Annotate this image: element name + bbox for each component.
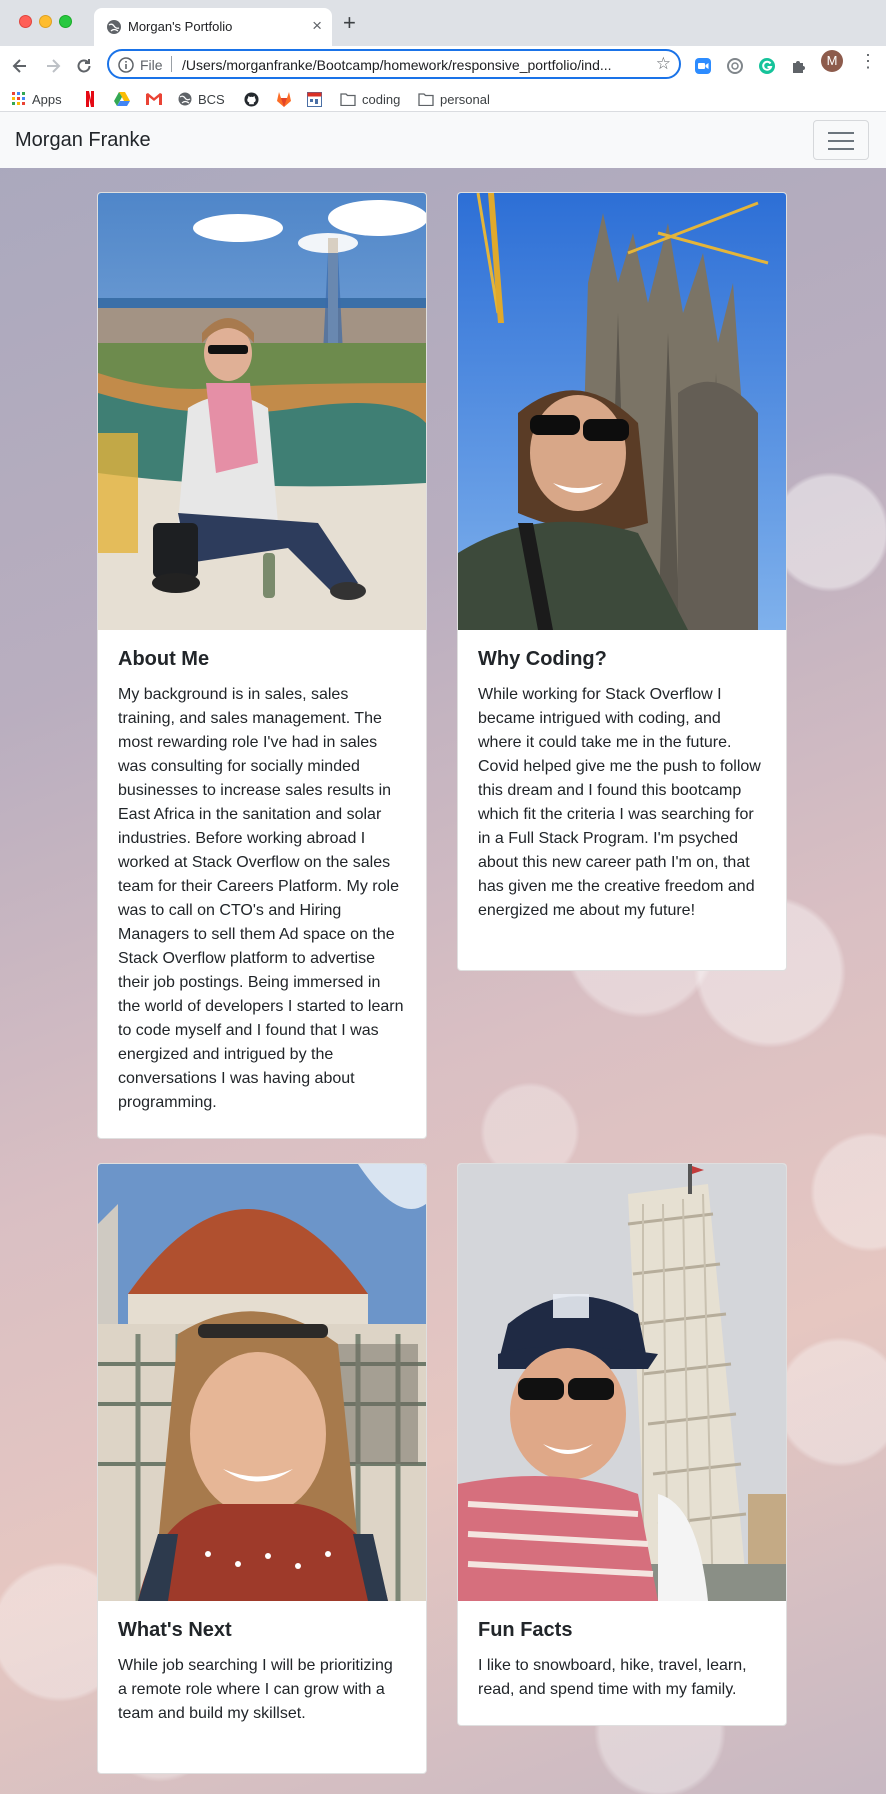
card-body: About Me My background is in sales, sale… xyxy=(118,648,406,1115)
bookmark-label: coding xyxy=(362,91,401,107)
card-whats-next: What's Next While job searching I will b… xyxy=(97,1163,427,1774)
info-icon[interactable] xyxy=(118,57,134,73)
new-tab-button[interactable]: + xyxy=(343,12,356,34)
menu-kebab-icon[interactable]: ⋮ xyxy=(859,52,877,70)
navbar-toggler-button[interactable] xyxy=(813,120,869,160)
card-text: While working for Stack Overflow I becam… xyxy=(478,686,761,919)
folder-icon xyxy=(418,92,434,106)
card-photo-park-guell xyxy=(98,193,426,630)
netflix-icon xyxy=(86,91,94,107)
bookmark-folder-personal[interactable]: personal xyxy=(418,90,490,108)
card-text: My background is in sales, sales trainin… xyxy=(118,686,404,1111)
hamburger-icon-bar xyxy=(828,140,854,142)
globe-icon xyxy=(106,19,122,35)
profile-avatar[interactable]: M xyxy=(821,50,843,72)
url-text[interactable]: /Users/morganfranke/Bootcamp/homework/re… xyxy=(182,57,642,73)
gitlab-icon xyxy=(277,91,291,107)
bookmark-gitlab[interactable] xyxy=(276,90,298,108)
bookmark-star-icon[interactable]: ☆ xyxy=(656,54,671,74)
bookmark-netflix[interactable] xyxy=(85,90,101,108)
card-title: Fun Facts xyxy=(478,1619,573,1641)
grammarly-icon[interactable] xyxy=(758,57,776,75)
card-why-coding: Why Coding? While working for Stack Over… xyxy=(457,192,787,971)
bookmark-apps[interactable]: Apps xyxy=(12,90,62,108)
bookmark-label: Apps xyxy=(32,91,62,107)
bookmark-label: BCS xyxy=(198,91,225,107)
card-title: About Me xyxy=(118,648,210,670)
zoom-extension-icon[interactable] xyxy=(694,57,712,75)
card-fun-facts: Fun Facts I like to snowboard, hike, tra… xyxy=(457,1163,787,1726)
card-body: What's Next While job searching I will b… xyxy=(118,1619,406,1726)
card-body: Why Coding? While working for Stack Over… xyxy=(478,648,766,923)
apps-grid-icon xyxy=(12,92,25,105)
minimize-window-button[interactable] xyxy=(39,15,52,28)
bookmark-google-drive[interactable] xyxy=(114,90,136,108)
bookmark-github[interactable] xyxy=(244,90,265,108)
tab-title: Morgan's Portfolio xyxy=(128,19,233,34)
site-navbar: Morgan Franke xyxy=(0,112,886,168)
calendar-icon xyxy=(307,91,322,107)
github-icon xyxy=(244,91,259,107)
bookmarks-bar: Apps BCS coding personal xyxy=(0,86,886,112)
extensions-puzzle-icon[interactable] xyxy=(790,57,808,75)
hamburger-icon-bar xyxy=(828,148,854,150)
browser-tab[interactable]: Morgan's Portfolio × xyxy=(94,8,332,46)
card-body: Fun Facts I like to snowboard, hike, tra… xyxy=(478,1619,766,1702)
card-text: While job searching I will be prioritizi… xyxy=(118,1657,393,1722)
browser-toolbar: File /Users/morganfranke/Bootcamp/homewo… xyxy=(0,46,886,86)
address-bar[interactable]: File /Users/morganfranke/Bootcamp/homewo… xyxy=(107,49,681,79)
back-arrow-icon[interactable] xyxy=(10,56,30,76)
url-scheme-label: File xyxy=(140,57,163,73)
card-about-me: About Me My background is in sales, sale… xyxy=(97,192,427,1139)
zoom-window-button[interactable] xyxy=(59,15,72,28)
card-photo-florence-duomo xyxy=(98,1164,426,1601)
navbar-brand[interactable]: Morgan Franke xyxy=(15,129,151,152)
reload-icon[interactable] xyxy=(74,56,94,76)
address-divider xyxy=(171,56,172,72)
card-photo-sagrada-familia xyxy=(458,193,786,630)
bookmark-calendar[interactable] xyxy=(307,90,328,108)
bookmark-bcs[interactable]: BCS xyxy=(178,90,225,108)
forward-arrow-icon[interactable] xyxy=(43,56,63,76)
globe-icon xyxy=(178,92,192,106)
google-drive-icon xyxy=(114,92,130,106)
page-viewport: Morgan Franke About Me My background is … xyxy=(0,112,886,1794)
gmail-icon xyxy=(146,93,162,105)
card-title: Why Coding? xyxy=(478,648,607,670)
bookmark-label: personal xyxy=(440,91,490,107)
card-photo-leaning-tower-pisa xyxy=(458,1164,786,1601)
extension-circle-icon[interactable] xyxy=(726,57,744,75)
bookmark-folder-coding[interactable]: coding xyxy=(340,90,400,108)
browser-tab-strip: Morgan's Portfolio × + xyxy=(0,0,886,46)
card-title: What's Next xyxy=(118,1619,232,1641)
folder-icon xyxy=(340,92,356,106)
bookmark-gmail[interactable] xyxy=(146,90,168,108)
close-tab-icon[interactable]: × xyxy=(312,17,322,35)
hamburger-icon xyxy=(828,132,854,134)
close-window-button[interactable] xyxy=(19,15,32,28)
card-text: I like to snowboard, hike, travel, learn… xyxy=(478,1657,747,1698)
